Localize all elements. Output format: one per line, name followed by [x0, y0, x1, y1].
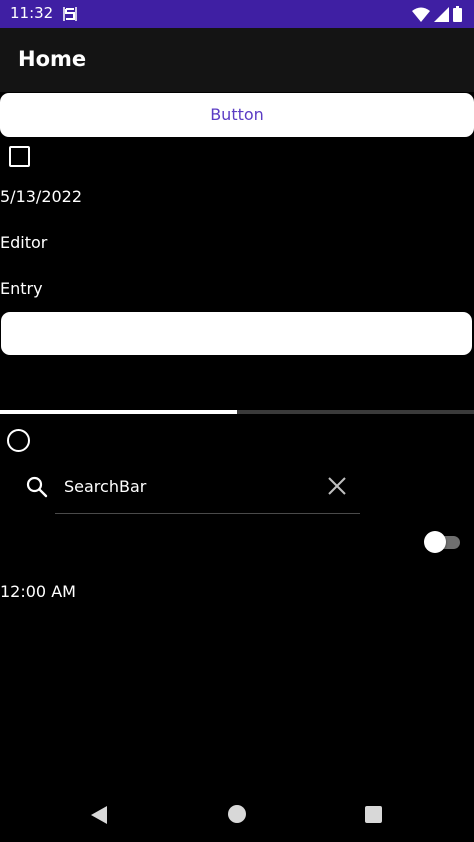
search-underline: [55, 513, 360, 514]
main-button[interactable]: Button: [0, 93, 474, 137]
s-notification-icon: [63, 7, 77, 21]
time-picker[interactable]: 12:00 AM: [0, 582, 76, 601]
clear-icon[interactable]: [326, 475, 348, 497]
search-input[interactable]: SearchBar: [64, 477, 146, 496]
back-icon[interactable]: [89, 804, 109, 826]
checkbox[interactable]: [9, 146, 30, 167]
app-bar: Home: [0, 28, 474, 92]
home-icon[interactable]: [228, 805, 246, 823]
battery-icon: [453, 6, 462, 22]
search-icon: [26, 476, 48, 498]
toggle-switch[interactable]: [424, 531, 462, 553]
entry-label[interactable]: Entry: [0, 279, 43, 298]
status-time: 11:32: [10, 4, 54, 22]
wifi-icon: [412, 7, 430, 22]
recents-icon[interactable]: [365, 806, 382, 823]
editor-field[interactable]: Editor: [0, 233, 47, 252]
toggle-thumb: [424, 531, 446, 553]
progress-fill: [0, 410, 237, 414]
status-icons: [412, 6, 462, 22]
search-bar[interactable]: SearchBar: [20, 466, 360, 514]
progress-bar: [0, 410, 474, 414]
cellular-signal-icon: [434, 6, 449, 22]
status-bar: 11:32: [0, 0, 474, 28]
date-picker[interactable]: 5/13/2022: [0, 187, 82, 206]
radio-button[interactable]: [7, 429, 30, 452]
nav-bar: [0, 790, 474, 842]
entry-field[interactable]: [1, 312, 472, 355]
page-title: Home: [18, 47, 87, 71]
